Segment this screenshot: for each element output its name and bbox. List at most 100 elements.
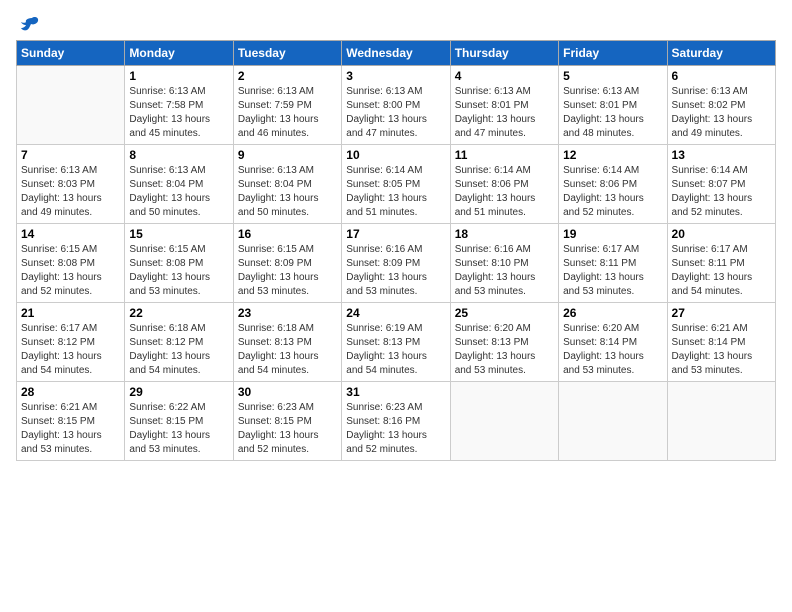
- header: [16, 16, 776, 32]
- day-number: 10: [346, 148, 445, 162]
- calendar-cell: [667, 382, 775, 461]
- calendar-cell: 18 Sunrise: 6:16 AM Sunset: 8:10 PM Dayli…: [450, 224, 558, 303]
- calendar-cell: 2Sunrise: 6:13 AM Sunset: 7:59 PM Daylig…: [233, 66, 341, 145]
- day-number: 5: [563, 69, 662, 83]
- day-number: 20: [672, 227, 771, 241]
- day-info: Sunrise: 6:13 AM Sunset: 8:04 PM Dayligh…: [129, 164, 228, 220]
- day-info: Sunrise: 6:23 AM Sunset: 8:15 PM Dayligh…: [238, 401, 337, 457]
- calendar-cell: [17, 66, 125, 145]
- day-number: 18: [455, 227, 554, 241]
- calendar-header-row: SundayMondayTuesdayWednesdayThursdayFrid…: [17, 41, 776, 66]
- calendar-cell: 17Sunrise: 6:16 AM Sunset: 8:09 PM Dayli…: [342, 224, 450, 303]
- calendar-cell: 29 Sunrise: 6:22 AM Sunset: 8:15 PM Dayli…: [125, 382, 233, 461]
- calendar-cell: 15 Sunrise: 6:15 AM Sunset: 8:08 PM Dayli…: [125, 224, 233, 303]
- calendar-week-row: 1Sunrise: 6:13 AM Sunset: 7:58 PM Daylig…: [17, 66, 776, 145]
- day-info: Sunrise: 6:14 AM Sunset: 8:06 PM Dayligh…: [563, 164, 662, 220]
- calendar-cell: 24 Sunrise: 6:19 AM Sunset: 8:13 PM Dayli…: [342, 303, 450, 382]
- calendar-cell: 7 Sunrise: 6:13 AM Sunset: 8:03 PM Daylig…: [17, 145, 125, 224]
- day-number: 15: [129, 227, 228, 241]
- calendar-cell: 25 Sunrise: 6:20 AM Sunset: 8:13 PM Dayli…: [450, 303, 558, 382]
- day-info: Sunrise: 6:19 AM Sunset: 8:13 PM Dayligh…: [346, 322, 445, 378]
- day-number: 9: [238, 148, 337, 162]
- logo-bird-icon: [18, 16, 40, 36]
- day-info: Sunrise: 6:23 AM Sunset: 8:16 PM Dayligh…: [346, 401, 445, 457]
- day-number: 21: [21, 306, 120, 320]
- day-info: Sunrise: 6:16 AM Sunset: 8:10 PM Dayligh…: [455, 243, 554, 299]
- day-info: Sunrise: 6:15 AM Sunset: 8:09 PM Dayligh…: [238, 243, 337, 299]
- day-info: Sunrise: 6:14 AM Sunset: 8:07 PM Dayligh…: [672, 164, 771, 220]
- weekday-header: Saturday: [667, 41, 775, 66]
- day-info: Sunrise: 6:22 AM Sunset: 8:15 PM Dayligh…: [129, 401, 228, 457]
- day-number: 16: [238, 227, 337, 241]
- calendar-cell: 23Sunrise: 6:18 AM Sunset: 8:13 PM Dayli…: [233, 303, 341, 382]
- day-info: Sunrise: 6:13 AM Sunset: 8:00 PM Dayligh…: [346, 85, 445, 141]
- weekday-header: Wednesday: [342, 41, 450, 66]
- calendar-cell: 27 Sunrise: 6:21 AM Sunset: 8:14 PM Dayli…: [667, 303, 775, 382]
- day-number: 31: [346, 385, 445, 399]
- day-number: 17: [346, 227, 445, 241]
- day-info: Sunrise: 6:17 AM Sunset: 8:11 PM Dayligh…: [672, 243, 771, 299]
- day-number: 24: [346, 306, 445, 320]
- day-number: 29: [129, 385, 228, 399]
- calendar-cell: 26Sunrise: 6:20 AM Sunset: 8:14 PM Dayli…: [559, 303, 667, 382]
- day-info: Sunrise: 6:21 AM Sunset: 8:15 PM Dayligh…: [21, 401, 120, 457]
- calendar-week-row: 21 Sunrise: 6:17 AM Sunset: 8:12 PM Dayli…: [17, 303, 776, 382]
- day-number: 6: [672, 69, 771, 83]
- day-info: Sunrise: 6:17 AM Sunset: 8:12 PM Dayligh…: [21, 322, 120, 378]
- day-number: 1: [129, 69, 228, 83]
- calendar-week-row: 7 Sunrise: 6:13 AM Sunset: 8:03 PM Daylig…: [17, 145, 776, 224]
- day-number: 13: [672, 148, 771, 162]
- day-number: 7: [21, 148, 120, 162]
- day-number: 8: [129, 148, 228, 162]
- day-info: Sunrise: 6:13 AM Sunset: 8:01 PM Dayligh…: [563, 85, 662, 141]
- logo: [16, 16, 40, 32]
- day-number: 22: [129, 306, 228, 320]
- calendar-cell: [450, 382, 558, 461]
- day-number: 28: [21, 385, 120, 399]
- calendar-cell: 8 Sunrise: 6:13 AM Sunset: 8:04 PM Daylig…: [125, 145, 233, 224]
- calendar-cell: 5 Sunrise: 6:13 AM Sunset: 8:01 PM Daylig…: [559, 66, 667, 145]
- calendar-cell: 21 Sunrise: 6:17 AM Sunset: 8:12 PM Dayli…: [17, 303, 125, 382]
- day-number: 11: [455, 148, 554, 162]
- calendar-cell: 19 Sunrise: 6:17 AM Sunset: 8:11 PM Dayli…: [559, 224, 667, 303]
- calendar-cell: 16 Sunrise: 6:15 AM Sunset: 8:09 PM Dayli…: [233, 224, 341, 303]
- day-info: Sunrise: 6:13 AM Sunset: 8:02 PM Dayligh…: [672, 85, 771, 141]
- day-number: 27: [672, 306, 771, 320]
- weekday-header: Sunday: [17, 41, 125, 66]
- calendar-cell: [559, 382, 667, 461]
- day-info: Sunrise: 6:15 AM Sunset: 8:08 PM Dayligh…: [129, 243, 228, 299]
- calendar-week-row: 28 Sunrise: 6:21 AM Sunset: 8:15 PM Dayli…: [17, 382, 776, 461]
- day-info: Sunrise: 6:21 AM Sunset: 8:14 PM Dayligh…: [672, 322, 771, 378]
- day-info: Sunrise: 6:14 AM Sunset: 8:05 PM Dayligh…: [346, 164, 445, 220]
- calendar-week-row: 14 Sunrise: 6:15 AM Sunset: 8:08 PM Dayli…: [17, 224, 776, 303]
- calendar-cell: 11Sunrise: 6:14 AM Sunset: 8:06 PM Dayli…: [450, 145, 558, 224]
- day-info: Sunrise: 6:15 AM Sunset: 8:08 PM Dayligh…: [21, 243, 120, 299]
- day-info: Sunrise: 6:17 AM Sunset: 8:11 PM Dayligh…: [563, 243, 662, 299]
- calendar-cell: 28 Sunrise: 6:21 AM Sunset: 8:15 PM Dayli…: [17, 382, 125, 461]
- weekday-header: Friday: [559, 41, 667, 66]
- day-info: Sunrise: 6:20 AM Sunset: 8:13 PM Dayligh…: [455, 322, 554, 378]
- calendar-cell: 4 Sunrise: 6:13 AM Sunset: 8:01 PM Daylig…: [450, 66, 558, 145]
- calendar-cell: 22Sunrise: 6:18 AM Sunset: 8:12 PM Dayli…: [125, 303, 233, 382]
- day-number: 14: [21, 227, 120, 241]
- calendar: SundayMondayTuesdayWednesdayThursdayFrid…: [16, 40, 776, 461]
- day-number: 4: [455, 69, 554, 83]
- day-info: Sunrise: 6:18 AM Sunset: 8:13 PM Dayligh…: [238, 322, 337, 378]
- day-number: 19: [563, 227, 662, 241]
- day-info: Sunrise: 6:13 AM Sunset: 8:04 PM Dayligh…: [238, 164, 337, 220]
- weekday-header: Thursday: [450, 41, 558, 66]
- day-number: 30: [238, 385, 337, 399]
- calendar-cell: 10 Sunrise: 6:14 AM Sunset: 8:05 PM Dayli…: [342, 145, 450, 224]
- day-number: 25: [455, 306, 554, 320]
- calendar-cell: 13 Sunrise: 6:14 AM Sunset: 8:07 PM Dayli…: [667, 145, 775, 224]
- calendar-cell: 6 Sunrise: 6:13 AM Sunset: 8:02 PM Daylig…: [667, 66, 775, 145]
- day-info: Sunrise: 6:13 AM Sunset: 8:03 PM Dayligh…: [21, 164, 120, 220]
- weekday-header: Monday: [125, 41, 233, 66]
- day-info: Sunrise: 6:13 AM Sunset: 8:01 PM Dayligh…: [455, 85, 554, 141]
- day-number: 2: [238, 69, 337, 83]
- weekday-header: Tuesday: [233, 41, 341, 66]
- calendar-cell: 31 Sunrise: 6:23 AM Sunset: 8:16 PM Dayli…: [342, 382, 450, 461]
- calendar-cell: 9 Sunrise: 6:13 AM Sunset: 8:04 PM Daylig…: [233, 145, 341, 224]
- calendar-cell: 3Sunrise: 6:13 AM Sunset: 8:00 PM Daylig…: [342, 66, 450, 145]
- calendar-cell: 20 Sunrise: 6:17 AM Sunset: 8:11 PM Dayli…: [667, 224, 775, 303]
